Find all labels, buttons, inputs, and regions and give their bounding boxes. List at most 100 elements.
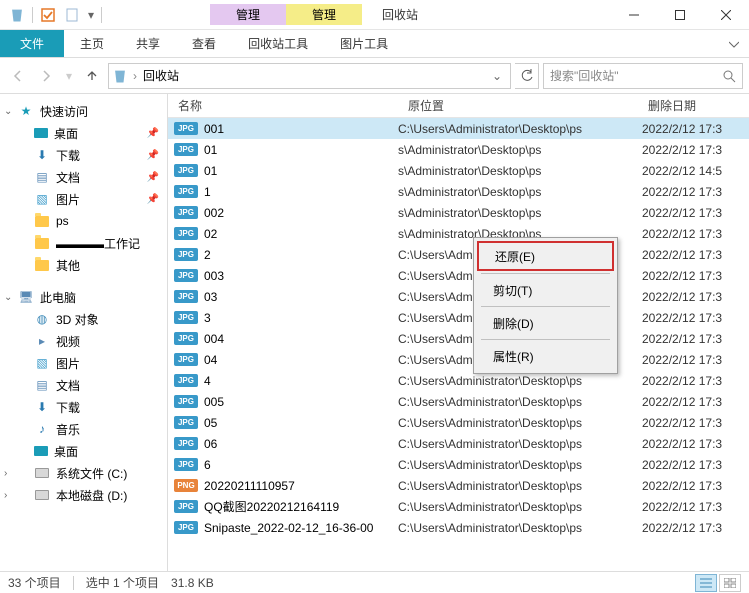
table-row[interactable]: JPG06C:\Users\Administrator\Desktop\ps20…	[168, 433, 749, 454]
file-date: 2022/2/12 17:3	[638, 521, 749, 535]
table-row[interactable]: PNG20220211110957C:\Users\Administrator\…	[168, 475, 749, 496]
file-date: 2022/2/12 17:3	[638, 290, 749, 304]
nav-documents[interactable]: ▤文档📌	[0, 166, 167, 188]
nav-downloads[interactable]: ⬇下载📌	[0, 144, 167, 166]
nav-folder-ps[interactable]: ps	[0, 210, 167, 232]
table-row[interactable]: JPG003C:\Users\Administrator\Desktop\ps2…	[168, 265, 749, 286]
column-header-date[interactable]: 删除日期	[638, 97, 749, 114]
nav-3d-objects[interactable]: ◍3D 对象	[0, 308, 167, 330]
table-row[interactable]: JPG002s\Administrator\Desktop\ps2022/2/1…	[168, 202, 749, 223]
breadcrumb-location[interactable]: 回收站	[143, 67, 179, 84]
nav-drive-d[interactable]: ›本地磁盘 (D:)	[0, 484, 167, 506]
context-menu-restore[interactable]: 还原(E)	[477, 241, 614, 271]
column-header-name[interactable]: 名称	[168, 97, 398, 114]
nav-folder-other[interactable]: 其他	[0, 254, 167, 276]
view-details-button[interactable]	[695, 574, 717, 592]
table-row[interactable]: JPG2C:\Users\Administrator\Desktop\ps202…	[168, 244, 749, 265]
ribbon-expand-button[interactable]	[719, 30, 749, 57]
file-name: 02	[204, 227, 217, 241]
window-title: 回收站	[382, 6, 418, 23]
file-name: 003	[204, 269, 224, 283]
file-name: 1	[204, 185, 211, 199]
table-row[interactable]: JPG6C:\Users\Administrator\Desktop\ps202…	[168, 454, 749, 475]
file-type-icon: PNG	[174, 479, 198, 492]
address-field[interactable]: › 回收站 ⌄	[108, 63, 511, 89]
ribbon-tab-home[interactable]: 主页	[64, 30, 120, 57]
ribbon-tab-share[interactable]: 共享	[120, 30, 176, 57]
search-input[interactable]: 搜索"回收站"	[543, 63, 743, 89]
nav-quick-access[interactable]: ⌄★快速访问	[0, 100, 167, 122]
recycle-bin-icon[interactable]	[6, 4, 28, 26]
column-header-location[interactable]: 原位置	[398, 97, 638, 114]
nav-downloads-pc[interactable]: ⬇下载	[0, 396, 167, 418]
file-name: 06	[204, 437, 217, 451]
contextual-tab-headers: 管理 管理	[210, 4, 362, 25]
ribbon-tab-file[interactable]: 文件	[0, 30, 64, 57]
file-name: QQ截图20220212164119	[204, 498, 339, 515]
table-row[interactable]: JPGQQ截图20220212164119C:\Users\Administra…	[168, 496, 749, 517]
nav-folder-work[interactable]: ▬▬▬▬工作记	[0, 232, 167, 254]
nav-pictures[interactable]: ▧图片📌	[0, 188, 167, 210]
status-selected-count: 选中 1 个项目	[86, 574, 159, 591]
file-name: Snipaste_2022-02-12_16-36-00	[204, 521, 373, 535]
context-menu-cut[interactable]: 剪切(T)	[477, 276, 614, 304]
qat-document-icon[interactable]	[61, 4, 83, 26]
table-row[interactable]: JPG1s\Administrator\Desktop\ps2022/2/12 …	[168, 181, 749, 202]
ribbon-tab-recycle-tools[interactable]: 回收站工具	[232, 30, 324, 57]
table-row[interactable]: JPG05C:\Users\Administrator\Desktop\ps20…	[168, 412, 749, 433]
file-date: 2022/2/12 17:3	[638, 311, 749, 325]
table-row[interactable]: JPG001C:\Users\Administrator\Desktop\ps2…	[168, 118, 749, 139]
context-menu-properties[interactable]: 属性(R)	[477, 342, 614, 370]
refresh-button[interactable]	[515, 63, 539, 89]
table-row[interactable]: JPGSnipaste_2022-02-12_16-36-00C:\Users\…	[168, 517, 749, 538]
file-name: 005	[204, 395, 224, 409]
table-row[interactable]: JPG004C:\Users\Administrator\Desktop\ps2…	[168, 328, 749, 349]
file-name: 2	[204, 248, 211, 262]
maximize-button[interactable]	[657, 0, 703, 30]
qat-checkbox-icon[interactable]	[37, 4, 59, 26]
table-row[interactable]: JPG01s\Administrator\Desktop\ps2022/2/12…	[168, 160, 749, 181]
nav-videos[interactable]: ▸视频	[0, 330, 167, 352]
file-type-icon: JPG	[174, 248, 198, 261]
file-date: 2022/2/12 17:3	[638, 248, 749, 262]
file-location: s\Administrator\Desktop\ps	[398, 164, 638, 178]
nav-history-dropdown[interactable]: ▾	[62, 64, 76, 88]
nav-up-button[interactable]	[80, 64, 104, 88]
file-location: s\Administrator\Desktop\ps	[398, 206, 638, 220]
close-button[interactable]	[703, 0, 749, 30]
address-history-dropdown[interactable]: ⌄	[488, 69, 506, 83]
table-row[interactable]: JPG005C:\Users\Administrator\Desktop\ps2…	[168, 391, 749, 412]
file-type-icon: JPG	[174, 227, 198, 240]
nav-music[interactable]: ♪音乐	[0, 418, 167, 440]
table-row[interactable]: JPG3C:\Users\Administrator\Desktop\ps202…	[168, 307, 749, 328]
nav-documents-pc[interactable]: ▤文档	[0, 374, 167, 396]
nav-drive-c[interactable]: ›系统文件 (C:)	[0, 462, 167, 484]
nav-pictures-pc[interactable]: ▧图片	[0, 352, 167, 374]
nav-desktop-pc[interactable]: 桌面	[0, 440, 167, 462]
nav-back-button[interactable]	[6, 64, 30, 88]
ribbon-tab-view[interactable]: 查看	[176, 30, 232, 57]
nav-forward-button[interactable]	[34, 64, 58, 88]
context-menu-delete[interactable]: 删除(D)	[477, 309, 614, 337]
file-location: C:\Users\Administrator\Desktop\ps	[398, 500, 638, 514]
table-row[interactable]: JPG02s\Administrator\Desktop\ps2022/2/12…	[168, 223, 749, 244]
table-row[interactable]: JPG01s\Administrator\Desktop\ps2022/2/12…	[168, 139, 749, 160]
table-row[interactable]: JPG4C:\Users\Administrator\Desktop\ps202…	[168, 370, 749, 391]
ribbon-tab-picture-tools[interactable]: 图片工具	[324, 30, 404, 57]
nav-desktop[interactable]: 桌面📌	[0, 122, 167, 144]
qat-dropdown-icon[interactable]: ▾	[85, 4, 97, 26]
table-row[interactable]: JPG04C:\Users\Administrator\Desktop\ps20…	[168, 349, 749, 370]
minimize-button[interactable]	[611, 0, 657, 30]
nav-this-pc[interactable]: ⌄🖥此电脑	[0, 286, 167, 308]
address-bar: ▾ › 回收站 ⌄ 搜索"回收站"	[0, 58, 749, 94]
file-list: 名称 原位置 删除日期 JPG001C:\Users\Administrator…	[168, 94, 749, 572]
file-location: C:\Users\Administrator\Desktop\ps	[398, 521, 638, 535]
file-type-icon: JPG	[174, 311, 198, 324]
recycle-bin-icon	[113, 69, 127, 83]
view-icons-button[interactable]	[719, 574, 741, 592]
file-date: 2022/2/12 17:3	[638, 437, 749, 451]
file-location: C:\Users\Administrator\Desktop\ps	[398, 395, 638, 409]
file-name: 04	[204, 353, 217, 367]
file-name: 3	[204, 311, 211, 325]
table-row[interactable]: JPG03C:\Users\Administrator\Desktop\ps20…	[168, 286, 749, 307]
